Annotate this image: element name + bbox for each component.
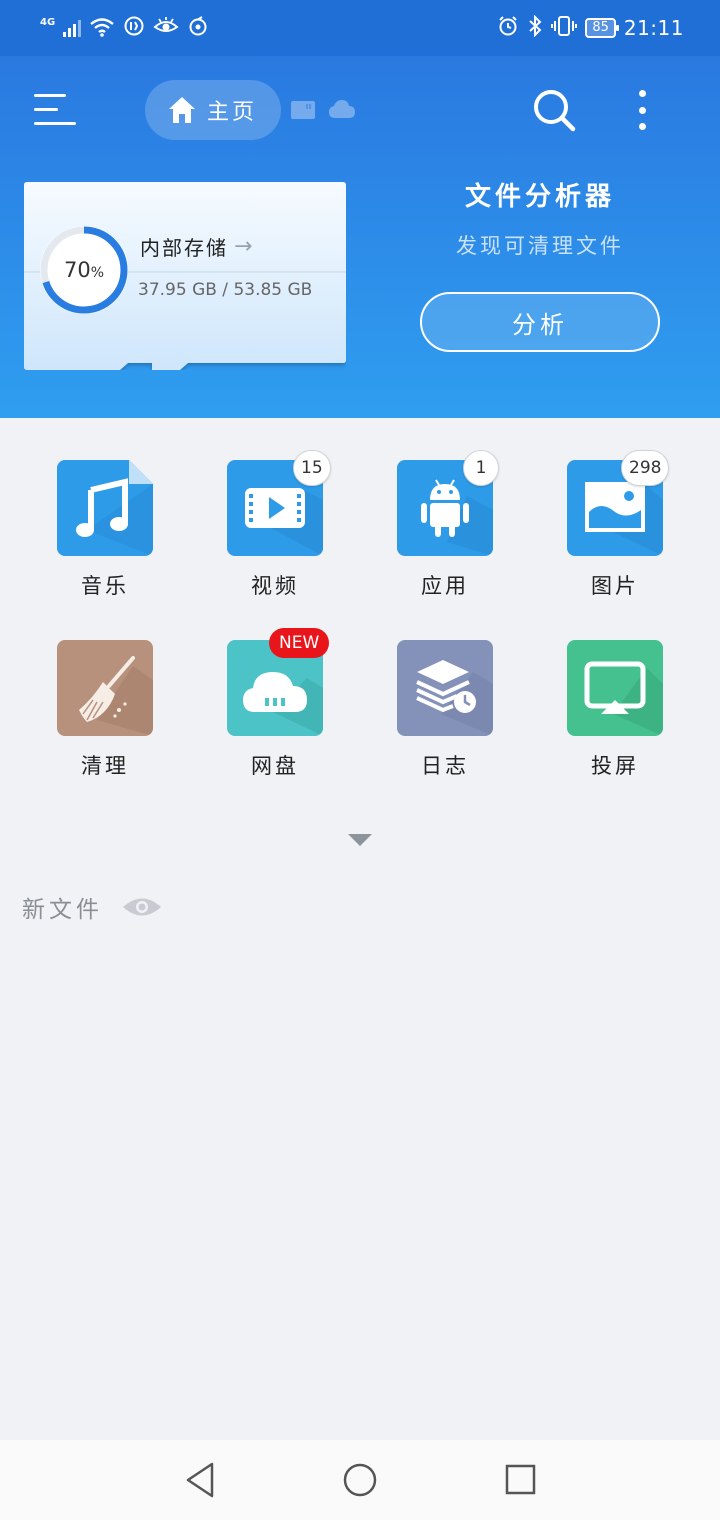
cast-screen-icon xyxy=(567,640,663,736)
new-badge: NEW xyxy=(269,628,330,658)
home-circle-icon[interactable] xyxy=(338,1460,382,1500)
category-label: 应用 xyxy=(421,574,469,598)
category-label: 图片 xyxy=(591,574,639,598)
status-right: 85 21:11 xyxy=(497,14,684,42)
broom-icon xyxy=(57,640,153,736)
recents-icon[interactable] xyxy=(498,1460,542,1500)
music-icon xyxy=(57,460,153,556)
log-layers-icon xyxy=(397,640,493,736)
new-files-label: 新文件 xyxy=(22,897,103,923)
data-saver-icon xyxy=(123,15,145,41)
internal-storage-card[interactable]: 70% 内部存储 → 37.95 GB / 53.85 GB xyxy=(24,182,346,370)
category-label: 视频 xyxy=(251,574,299,598)
category-label: 清理 xyxy=(81,754,129,778)
analyzer-title: 文件分析器 xyxy=(464,182,615,212)
navigation-bar xyxy=(0,1440,720,1520)
status-left: 4G xyxy=(40,14,209,42)
battery-indicator: 85 xyxy=(585,18,619,38)
storage-percent-sign: % xyxy=(90,264,105,281)
analyze-button[interactable]: 分析 xyxy=(420,292,660,352)
more-vert-icon[interactable] xyxy=(630,86,654,134)
home-icon xyxy=(169,97,195,123)
alarm-icon xyxy=(497,15,519,41)
cloud-icon[interactable] xyxy=(328,98,356,120)
video-count-badge: 15 xyxy=(293,450,331,486)
storage-percent: 70% xyxy=(38,224,130,316)
apps-count-badge: 1 xyxy=(463,450,499,486)
category-label: 投屏 xyxy=(591,754,639,778)
chevron-down-icon xyxy=(348,834,372,846)
category-label: 日志 xyxy=(421,754,469,778)
menu-icon[interactable] xyxy=(34,92,78,128)
clock: 21:11 xyxy=(623,16,684,40)
search-icon[interactable] xyxy=(530,86,578,134)
bluetooth-icon xyxy=(527,14,543,41)
category-images[interactable]: 298 图片 xyxy=(555,450,675,610)
eye-comfort-icon xyxy=(153,15,179,41)
vibrate-icon xyxy=(551,15,578,41)
signal-icon xyxy=(63,19,82,37)
new-files-section: 新文件 xyxy=(22,890,163,924)
network-type: 4G xyxy=(40,16,56,28)
category-video[interactable]: 15 视频 xyxy=(215,450,335,610)
back-icon[interactable] xyxy=(178,1460,222,1500)
tab-home-label: 主页 xyxy=(207,100,258,125)
expand-toggle[interactable] xyxy=(340,826,380,854)
status-bar: 4G 85 21:11 xyxy=(0,0,720,56)
wifi-icon xyxy=(89,17,115,40)
sd-card-icon[interactable] xyxy=(290,100,316,120)
analyzer-subtitle: 发现可清理文件 xyxy=(456,234,624,258)
storage-title-text: 内部存储 xyxy=(140,236,228,260)
images-count-badge: 298 xyxy=(621,450,670,486)
storage-title: 内部存储 → xyxy=(140,232,252,261)
arrow-right-icon: → xyxy=(234,234,253,259)
eye-icon[interactable] xyxy=(121,892,163,922)
category-apps[interactable]: 1 应用 xyxy=(385,450,505,610)
storage-percent-value: 70 xyxy=(63,258,91,282)
storage-size: 37.95 GB / 53.85 GB xyxy=(138,280,313,300)
category-cast[interactable]: 投屏 xyxy=(555,640,675,790)
category-label: 音乐 xyxy=(81,574,129,598)
tab-home[interactable]: 主页 xyxy=(145,80,281,140)
category-cloud-drive[interactable]: NEW 网盘 xyxy=(215,628,335,790)
category-label: 网盘 xyxy=(251,754,299,778)
category-log[interactable]: 日志 xyxy=(385,640,505,790)
category-music[interactable]: 音乐 xyxy=(45,460,165,610)
category-clean[interactable]: 清理 xyxy=(45,640,165,790)
sync-icon xyxy=(187,15,209,41)
header: 主页 70% 内部存储 → 37.95 GB / 53.85 GB 文件分析器 … xyxy=(0,56,720,418)
